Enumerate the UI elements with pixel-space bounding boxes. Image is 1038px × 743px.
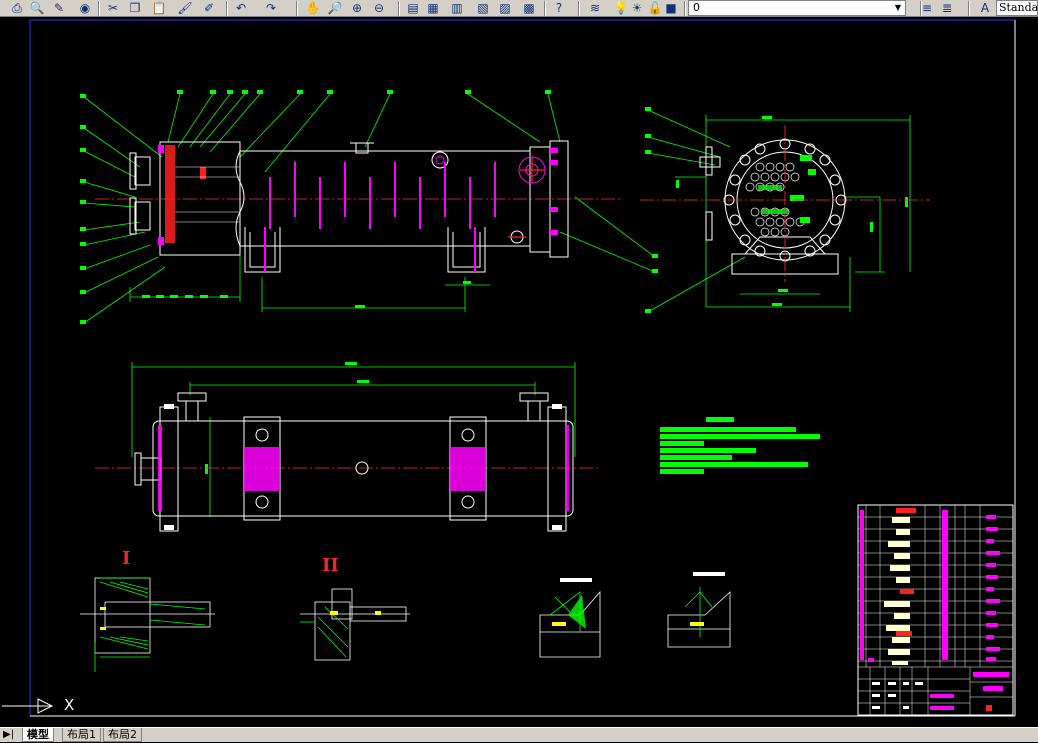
plot-icon[interactable]: ◉ <box>76 0 94 17</box>
end-view <box>640 107 930 313</box>
toolbar-separator <box>98 1 100 16</box>
detail-label-2: II <box>322 555 339 576</box>
block-editor-icon[interactable]: ✐ <box>200 0 218 17</box>
markup-icon[interactable]: ▨ <box>496 0 514 17</box>
toolbar-separator <box>398 1 400 16</box>
redo-icon[interactable]: ↷ <box>262 0 280 17</box>
elevation-view <box>95 362 600 532</box>
layer-manager-icon[interactable]: ≋ <box>586 0 604 17</box>
detail-label-1: I <box>122 548 131 569</box>
weld-detail-1 <box>539 578 601 658</box>
properties-icon[interactable]: ▤ <box>404 0 422 17</box>
calculator-icon[interactable]: ▩ <box>520 0 538 17</box>
layer-freeze-icon[interactable]: ☀ <box>628 0 646 17</box>
ucs-icon: X <box>2 694 82 722</box>
publish-icon[interactable]: ✎ <box>50 0 68 17</box>
layer-value: 0 <box>693 1 700 14</box>
toolbar-separator <box>684 1 686 16</box>
layer-previous-icon[interactable]: ≡ <box>918 0 936 17</box>
match-properties-icon[interactable]: 🖌 <box>176 0 194 17</box>
layer-color-icon[interactable]: ■ <box>662 0 680 17</box>
print-icon[interactable]: ⎙ <box>8 0 26 17</box>
undo-icon[interactable]: ↶ <box>232 0 250 17</box>
detail-view-2 <box>300 588 410 661</box>
detail-view-1 <box>80 577 215 672</box>
zoom-realtime-icon[interactable]: 🔎 <box>326 0 344 17</box>
tab-model[interactable]: 模型 <box>22 728 54 742</box>
title-block <box>857 504 1014 716</box>
pan-icon[interactable]: ✋ <box>304 0 322 17</box>
drawing-frame-outer <box>29 19 1016 717</box>
toolbar-separator <box>296 1 298 16</box>
layer-states-icon[interactable]: ≣ <box>938 0 956 17</box>
sheet-set-icon[interactable]: ▧ <box>474 0 492 17</box>
text-style-icon[interactable]: A <box>976 0 994 17</box>
toolbar-separator <box>968 1 970 16</box>
paste-icon[interactable]: 📋 <box>150 0 168 17</box>
chevron-down-icon[interactable]: ▼ <box>892 1 904 15</box>
print-preview-icon[interactable]: 🔍 <box>28 0 46 17</box>
design-center-icon[interactable]: ▦ <box>424 0 442 17</box>
help-icon[interactable]: ? <box>550 0 568 17</box>
toolbar-separator <box>226 1 228 16</box>
layout-tabs: ▶| 模型 布局1 布局2 <box>0 727 1038 742</box>
toolbar-separator <box>578 1 580 16</box>
drawing-canvas[interactable]: I II <box>0 17 1038 727</box>
copy-icon[interactable]: ❐ <box>126 0 144 17</box>
ucs-x-label: X <box>64 696 75 714</box>
text-style-value: Standard <box>999 1 1038 14</box>
cut-icon[interactable]: ✂ <box>104 0 122 17</box>
weld-detail-2 <box>667 572 731 648</box>
section-view-top <box>80 90 658 324</box>
tool-palettes-icon[interactable]: ▥ <box>448 0 466 17</box>
tab-nav-first-icon[interactable]: ▶| <box>3 728 15 743</box>
layer-dropdown[interactable]: 0 ▼ <box>688 0 906 16</box>
zoom-window-icon[interactable]: ⊕ <box>348 0 366 17</box>
tab-layout2[interactable]: 布局2 <box>103 728 142 742</box>
drawing-svg <box>29 19 1016 717</box>
zoom-previous-icon[interactable]: ⊖ <box>370 0 388 17</box>
toolbar-separator <box>544 1 546 16</box>
text-style-dropdown[interactable]: Standard <box>996 0 1038 16</box>
technical-requirements <box>660 417 820 474</box>
tab-layout1[interactable]: 布局1 <box>62 728 101 742</box>
